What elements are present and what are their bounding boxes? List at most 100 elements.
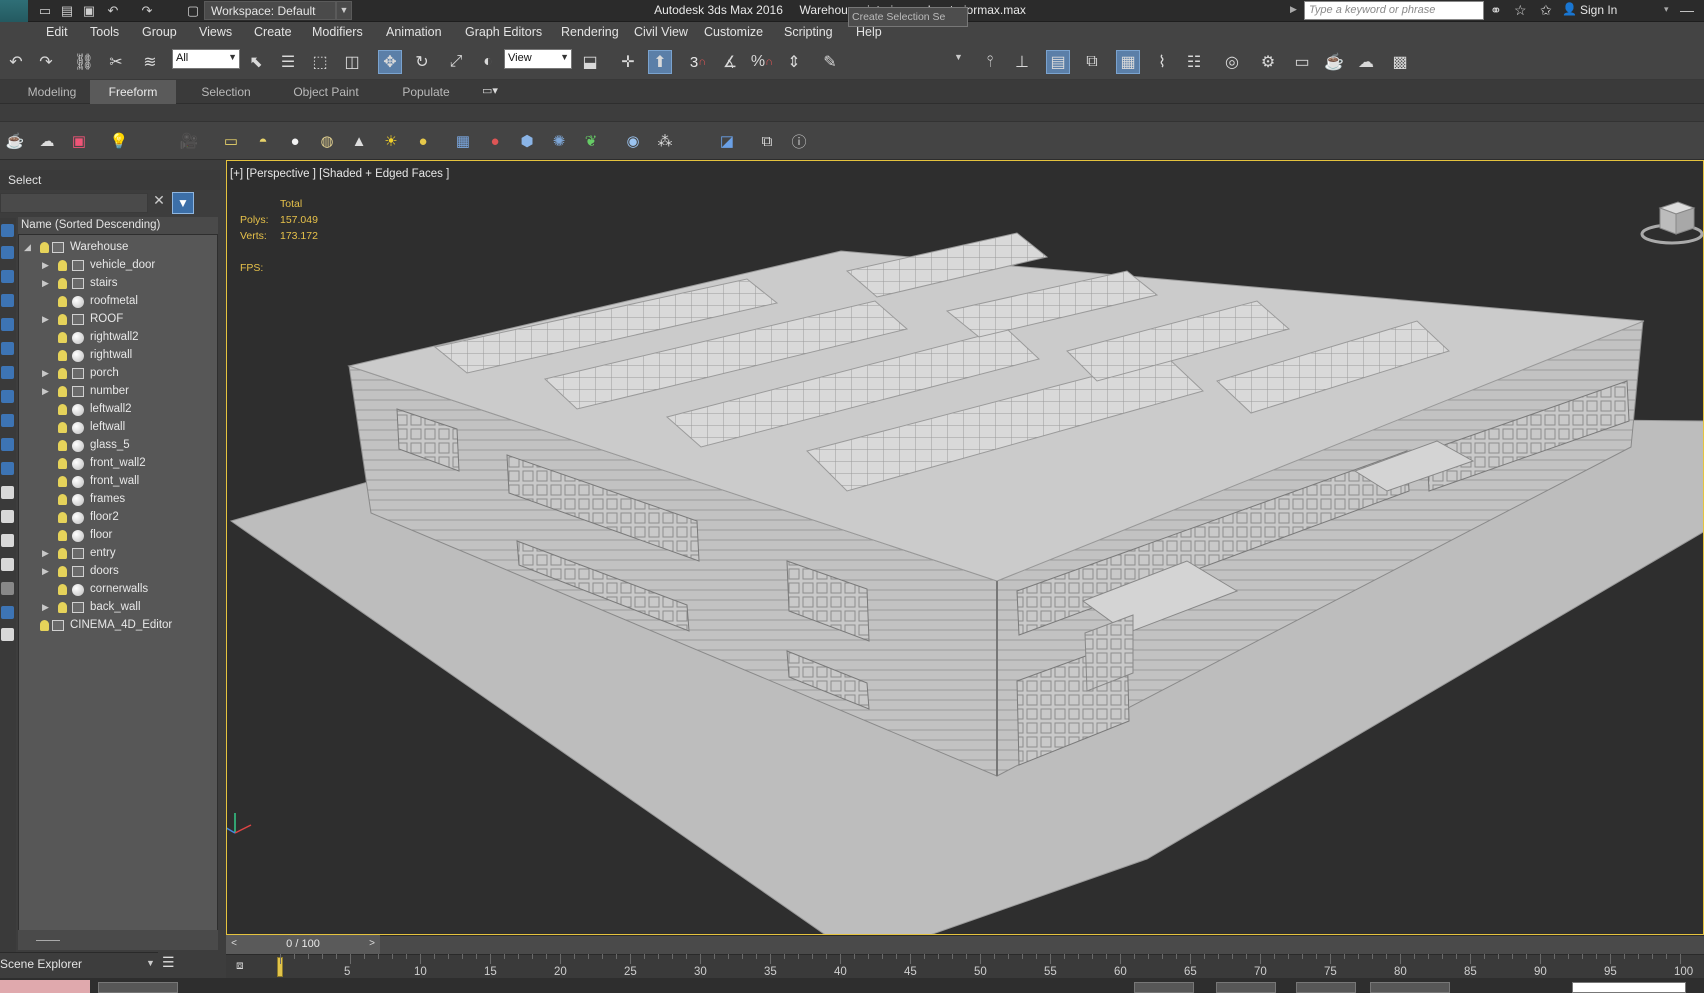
light-bulb-icon[interactable] <box>58 368 67 379</box>
light-bulb-icon[interactable] <box>58 314 67 325</box>
edit-named-selection-icon[interactable]: ✎ <box>818 50 842 74</box>
display-all-icon[interactable] <box>1 224 14 237</box>
camera-icon[interactable]: 🎥 <box>178 130 200 152</box>
menu-views[interactable]: Views <box>199 25 232 39</box>
hemisphere-icon[interactable]: ◓ <box>252 130 274 152</box>
unlink-icon[interactable]: ✂ <box>104 50 128 74</box>
render-production-icon[interactable]: ☕ <box>1322 50 1346 74</box>
display-geometry-icon[interactable] <box>1 246 14 259</box>
display-helpers-icon[interactable] <box>1 342 14 355</box>
snaps-toggle-icon[interactable]: 3 ∩ <box>686 50 710 74</box>
rendered-frame-window-icon[interactable]: ▭ <box>1290 50 1314 74</box>
display-containers-icon[interactable] <box>1 462 14 475</box>
display-lights-icon[interactable] <box>1 294 14 307</box>
shapes-icon[interactable]: ☁ <box>36 130 58 152</box>
tree-row[interactable]: roofmetal <box>18 293 218 311</box>
select-and-move-icon[interactable]: ✥ <box>378 50 402 74</box>
display-cameras-icon[interactable] <box>1 318 14 331</box>
clear-search-icon[interactable]: ✕ <box>150 192 168 212</box>
search-input[interactable]: Type a keyword or phrase <box>1304 1 1484 20</box>
previous-frame-button[interactable]: < <box>226 935 242 954</box>
coordinate-z-field[interactable] <box>1296 982 1356 993</box>
render-icon[interactable]: ▣ <box>68 130 90 152</box>
light-icon[interactable]: 💡 <box>108 130 130 152</box>
layers-icon[interactable]: ☰ <box>162 954 175 971</box>
favorites-icon[interactable]: ✩ <box>1540 2 1552 19</box>
menu-civil-view[interactable]: Civil View <box>634 25 688 39</box>
display-hidden-icon[interactable] <box>1 510 14 523</box>
tree-row[interactable]: rightwall2 <box>18 329 218 347</box>
expand-icon[interactable]: ▶ <box>42 260 49 271</box>
menu-help[interactable]: Help <box>856 25 882 39</box>
schematic-view-icon[interactable]: ☷ <box>1182 50 1206 74</box>
light-bulb-icon[interactable] <box>58 296 67 307</box>
select-and-place-icon[interactable]: ◐ <box>476 50 500 74</box>
tree-row[interactable]: glass_5 <box>18 437 218 455</box>
display-bones-icon[interactable] <box>1 438 14 451</box>
display-groups-icon[interactable] <box>1 390 14 403</box>
toggle-ribbon-icon[interactable]: ▦ <box>1116 50 1140 74</box>
light-bulb-icon[interactable] <box>58 494 67 505</box>
light-bulb-icon[interactable] <box>58 404 67 415</box>
light-bulb-icon[interactable] <box>58 386 67 397</box>
light-bulb-icon[interactable] <box>58 476 67 487</box>
collapse-icon[interactable]: ◢ <box>24 242 31 253</box>
mirror-icon[interactable]: ⫯ <box>978 50 1002 74</box>
search-expand-icon[interactable]: ▶ <box>1290 4 1297 15</box>
window-minimize-icon[interactable]: — <box>1680 2 1694 18</box>
effects-icon[interactable]: ⁂ <box>654 130 676 152</box>
viewport-label[interactable]: [+] [Perspective ] [Shaded + Edged Faces… <box>230 168 449 180</box>
helper-icon[interactable]: ⬢ <box>516 130 538 152</box>
rectangular-selection-icon[interactable]: ⬚ <box>308 50 332 74</box>
tree-row[interactable]: ▶ entry <box>18 545 218 563</box>
light-bulb-icon[interactable] <box>58 440 67 451</box>
menu-edit[interactable]: Edit <box>46 25 68 39</box>
keyboard-shortcut-override-icon[interactable]: ⬆ <box>648 50 672 74</box>
ribbon-options-icon[interactable]: ▭▾ <box>482 84 498 97</box>
tab-modeling[interactable]: Modeling <box>14 80 90 104</box>
menu-graph-editors[interactable]: Graph Editors <box>465 25 542 39</box>
next-frame-button[interactable]: > <box>364 935 380 954</box>
select-by-name-icon[interactable]: ☰ <box>276 50 300 74</box>
tree-row[interactable]: ▶ ROOF <box>18 311 218 329</box>
scene-explorer-select-header[interactable]: Select <box>0 170 220 190</box>
tree-row[interactable]: ▶ back_wall <box>18 599 218 617</box>
column-header-name[interactable]: Name (Sorted Descending) <box>18 217 218 235</box>
tree-row-cinema-4d-editor[interactable]: CINEMA_4D_Editor <box>18 617 218 635</box>
workspace-arrow-icon[interactable]: ▼ <box>336 1 352 20</box>
tab-selection[interactable]: Selection <box>186 80 266 104</box>
user-icon[interactable]: 👤 <box>1562 2 1577 16</box>
light-bulb-icon[interactable] <box>58 512 67 523</box>
select-object-icon[interactable]: ⬉ <box>244 50 268 74</box>
perspective-viewport[interactable] <box>226 160 1704 935</box>
filter-funnel-icon[interactable] <box>1 582 14 595</box>
window-crossing-icon[interactable]: ◫ <box>340 50 364 74</box>
select-manipulate-icon[interactable]: ✛ <box>616 50 640 74</box>
render-frame-icon[interactable]: ◪ <box>716 130 738 152</box>
scene-search-input[interactable] <box>0 193 148 213</box>
tree-row[interactable]: frames <box>18 491 218 509</box>
frame-counter[interactable]: 0 / 100 <box>242 935 364 954</box>
create-selection-set-input[interactable]: Create Selection Se <box>848 7 968 27</box>
reference-coordinate-dropdown[interactable]: View ▼ <box>504 49 572 69</box>
menu-rendering[interactable]: Rendering <box>561 25 619 39</box>
select-all-icon[interactable] <box>1 606 14 619</box>
menu-customize[interactable]: Customize <box>704 25 763 39</box>
tab-populate[interactable]: Populate <box>386 80 466 104</box>
tree-row[interactable]: floor2 <box>18 509 218 527</box>
menu-group[interactable]: Group <box>142 25 177 39</box>
environment-icon[interactable]: ◉ <box>622 130 644 152</box>
select-and-rotate-icon[interactable]: ↻ <box>410 50 434 74</box>
select-none-icon[interactable] <box>1 628 14 641</box>
resize-grip[interactable] <box>36 940 60 941</box>
tree-row[interactable]: floor <box>18 527 218 545</box>
light-bulb-icon[interactable] <box>58 602 67 613</box>
light-bulb-icon[interactable] <box>40 620 49 631</box>
tab-object-paint[interactable]: Object Paint <box>280 80 372 104</box>
minimize-icon[interactable]: ▾ <box>1664 4 1669 15</box>
display-spacewarps-icon[interactable] <box>1 366 14 379</box>
light-bulb-icon[interactable] <box>58 278 67 289</box>
geosphere-icon[interactable]: ◍ <box>316 130 338 152</box>
percent-snap-icon[interactable]: % ∩ <box>750 50 774 74</box>
help-icon[interactable]: ⓘ <box>788 130 810 152</box>
